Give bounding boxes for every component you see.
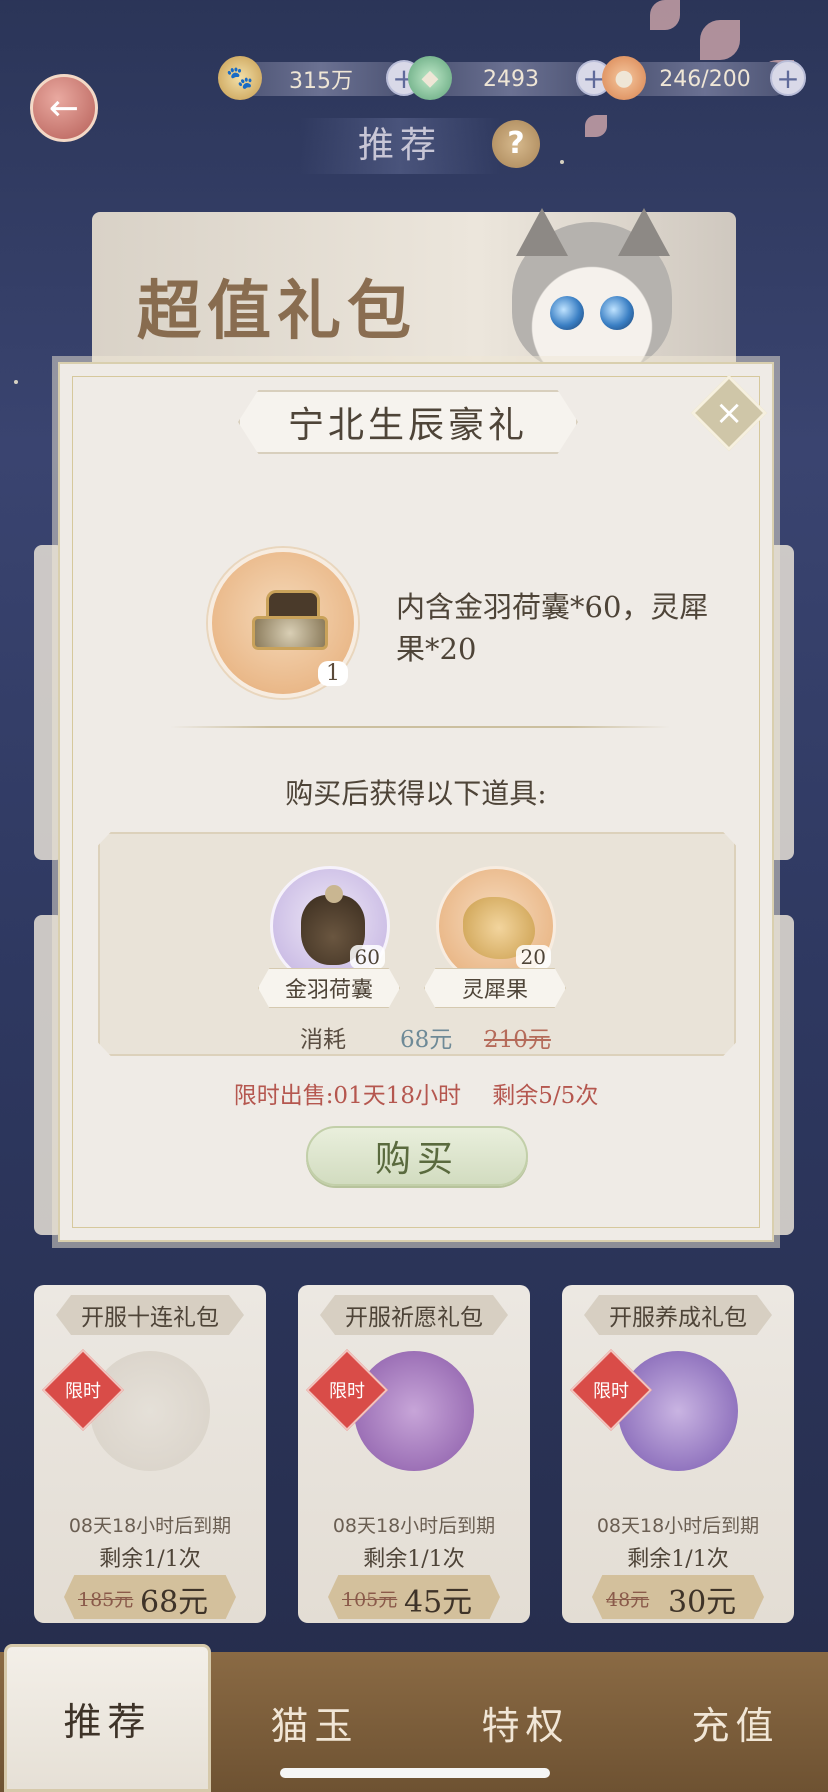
pack-card[interactable]: 开服养成礼包 限时 08天18小时后到期 剩余1/1次 48元 30元: [562, 1285, 794, 1623]
rewards-box: 60 金羽荷囊 20 灵犀果 消耗 68元 210元: [98, 832, 736, 1056]
page-title: 推荐: [300, 118, 500, 174]
gift-pack-modal: 宁北生辰豪礼 × 1 内含金羽荷囊*60，灵犀果*20 购买后获得以下道具: 6…: [58, 362, 774, 1242]
chest-body: [252, 616, 328, 650]
pack-old-price: 48元: [606, 1589, 650, 1611]
rewards-heading: 购买后获得以下道具:: [285, 777, 547, 810]
reward-label: 灵犀果: [424, 968, 566, 1008]
pack-old-price: 105元: [342, 1589, 398, 1611]
limit-info: 限时出售:01天18小时 剩余5/5次: [60, 1076, 772, 1110]
question-icon: ?: [507, 126, 525, 161]
pack-price-button[interactable]: 48元 30元: [592, 1575, 764, 1619]
pack-title: 开服十连礼包: [56, 1295, 244, 1335]
pack-title: 开服祈愿礼包: [320, 1295, 508, 1335]
pack-expire: 08天18小时后到期: [332, 1515, 496, 1537]
limited-badge-label: 限时: [329, 1381, 365, 1402]
petal-decoration: [585, 115, 607, 137]
cost-label: 消耗: [300, 1027, 346, 1053]
buy-button[interactable]: 购买: [306, 1126, 528, 1186]
currency-value: 2493: [483, 66, 539, 92]
reward-label: 金羽荷囊: [258, 968, 400, 1008]
promo-banner[interactable]: 超值礼包: [92, 208, 736, 372]
back-arrow-icon: ←: [48, 87, 80, 129]
reward-count: 20: [515, 945, 551, 969]
divider: [170, 726, 670, 728]
pack-price: 68元: [140, 1585, 209, 1620]
cat-eye: [600, 296, 634, 330]
add-currency-button[interactable]: +: [770, 60, 806, 96]
tab-recommend[interactable]: 推荐: [4, 1644, 211, 1792]
time-limit: 限时出售:01天18小时: [233, 1083, 461, 1109]
paw-coin-icon: 🐾: [218, 56, 262, 100]
home-indicator[interactable]: [280, 1768, 550, 1778]
cat-ear: [516, 208, 568, 256]
pack-old-price: 185元: [78, 1589, 134, 1611]
original-price: 210元: [484, 1027, 551, 1053]
help-button[interactable]: ?: [492, 120, 540, 168]
limited-badge-label: 限时: [65, 1381, 101, 1402]
modal-title-plate: 宁北生辰豪礼: [238, 390, 578, 454]
tab-recharge[interactable]: 充值: [632, 1652, 828, 1792]
pack-remain: 剩余1/1次: [627, 1547, 729, 1572]
pack-expire: 08天18小时后到期: [596, 1515, 760, 1537]
purple-drum-icon: [354, 1351, 474, 1471]
currency-value: 246/200: [659, 66, 751, 92]
pouch-knot: [325, 885, 343, 903]
currency-green-gem: ◆ 2493 +: [408, 56, 612, 100]
pack-price-button[interactable]: 105元 45元: [328, 1575, 500, 1619]
sparkle: [14, 380, 18, 384]
pack-price-button[interactable]: 185元 68元: [64, 1575, 236, 1619]
pack-title: 开服养成礼包: [584, 1295, 772, 1335]
petal-decoration: [700, 20, 740, 60]
pack-price: 45元: [404, 1585, 473, 1620]
close-icon: ×: [714, 393, 744, 433]
cost-row: 消耗 68元 210元: [100, 1020, 734, 1053]
current-price: 68元: [400, 1027, 453, 1053]
treasure-chest-item[interactable]: 1: [208, 548, 358, 698]
pack-card[interactable]: 开服祈愿礼包 限时 08天18小时后到期 剩余1/1次 105元 45元: [298, 1285, 530, 1623]
back-button[interactable]: ←: [30, 74, 98, 142]
pack-expire: 08天18小时后到期: [68, 1515, 232, 1537]
modal-title: 宁北生辰豪礼: [287, 405, 528, 446]
reward-count: 60: [349, 945, 385, 969]
item-count: 1: [318, 661, 348, 686]
cat-illustration: [512, 208, 672, 372]
item-description: 内含金羽荷囊*60，灵犀果*20: [396, 590, 709, 666]
treasure-chest-icon: [246, 590, 330, 652]
banner-title: 超值礼包: [137, 274, 417, 349]
buns-gift-icon: [90, 1351, 210, 1471]
currency-value: 315万: [289, 69, 353, 94]
cat-ear: [618, 208, 670, 256]
limited-badge-label: 限时: [593, 1381, 629, 1402]
pack-remain: 剩余1/1次: [99, 1547, 201, 1572]
green-gem-icon: ◆: [408, 56, 452, 100]
remaining-count: 剩余5/5次: [492, 1083, 599, 1109]
pack-card[interactable]: 开服十连礼包 限时 08天18小时后到期 剩余1/1次 185元 68元: [34, 1285, 266, 1623]
pack-remain: 剩余1/1次: [363, 1547, 465, 1572]
petal-decoration: [650, 0, 680, 30]
lantern-box-icon: [618, 1351, 738, 1471]
cat-eye: [550, 296, 584, 330]
pack-price: 30元: [668, 1585, 737, 1620]
currency-food-bowl: ● 246/200 +: [602, 56, 806, 100]
sparkle: [560, 160, 564, 164]
currency-paw-coin: 🐾 315万 +: [218, 56, 422, 100]
food-bowl-icon: ●: [602, 56, 646, 100]
